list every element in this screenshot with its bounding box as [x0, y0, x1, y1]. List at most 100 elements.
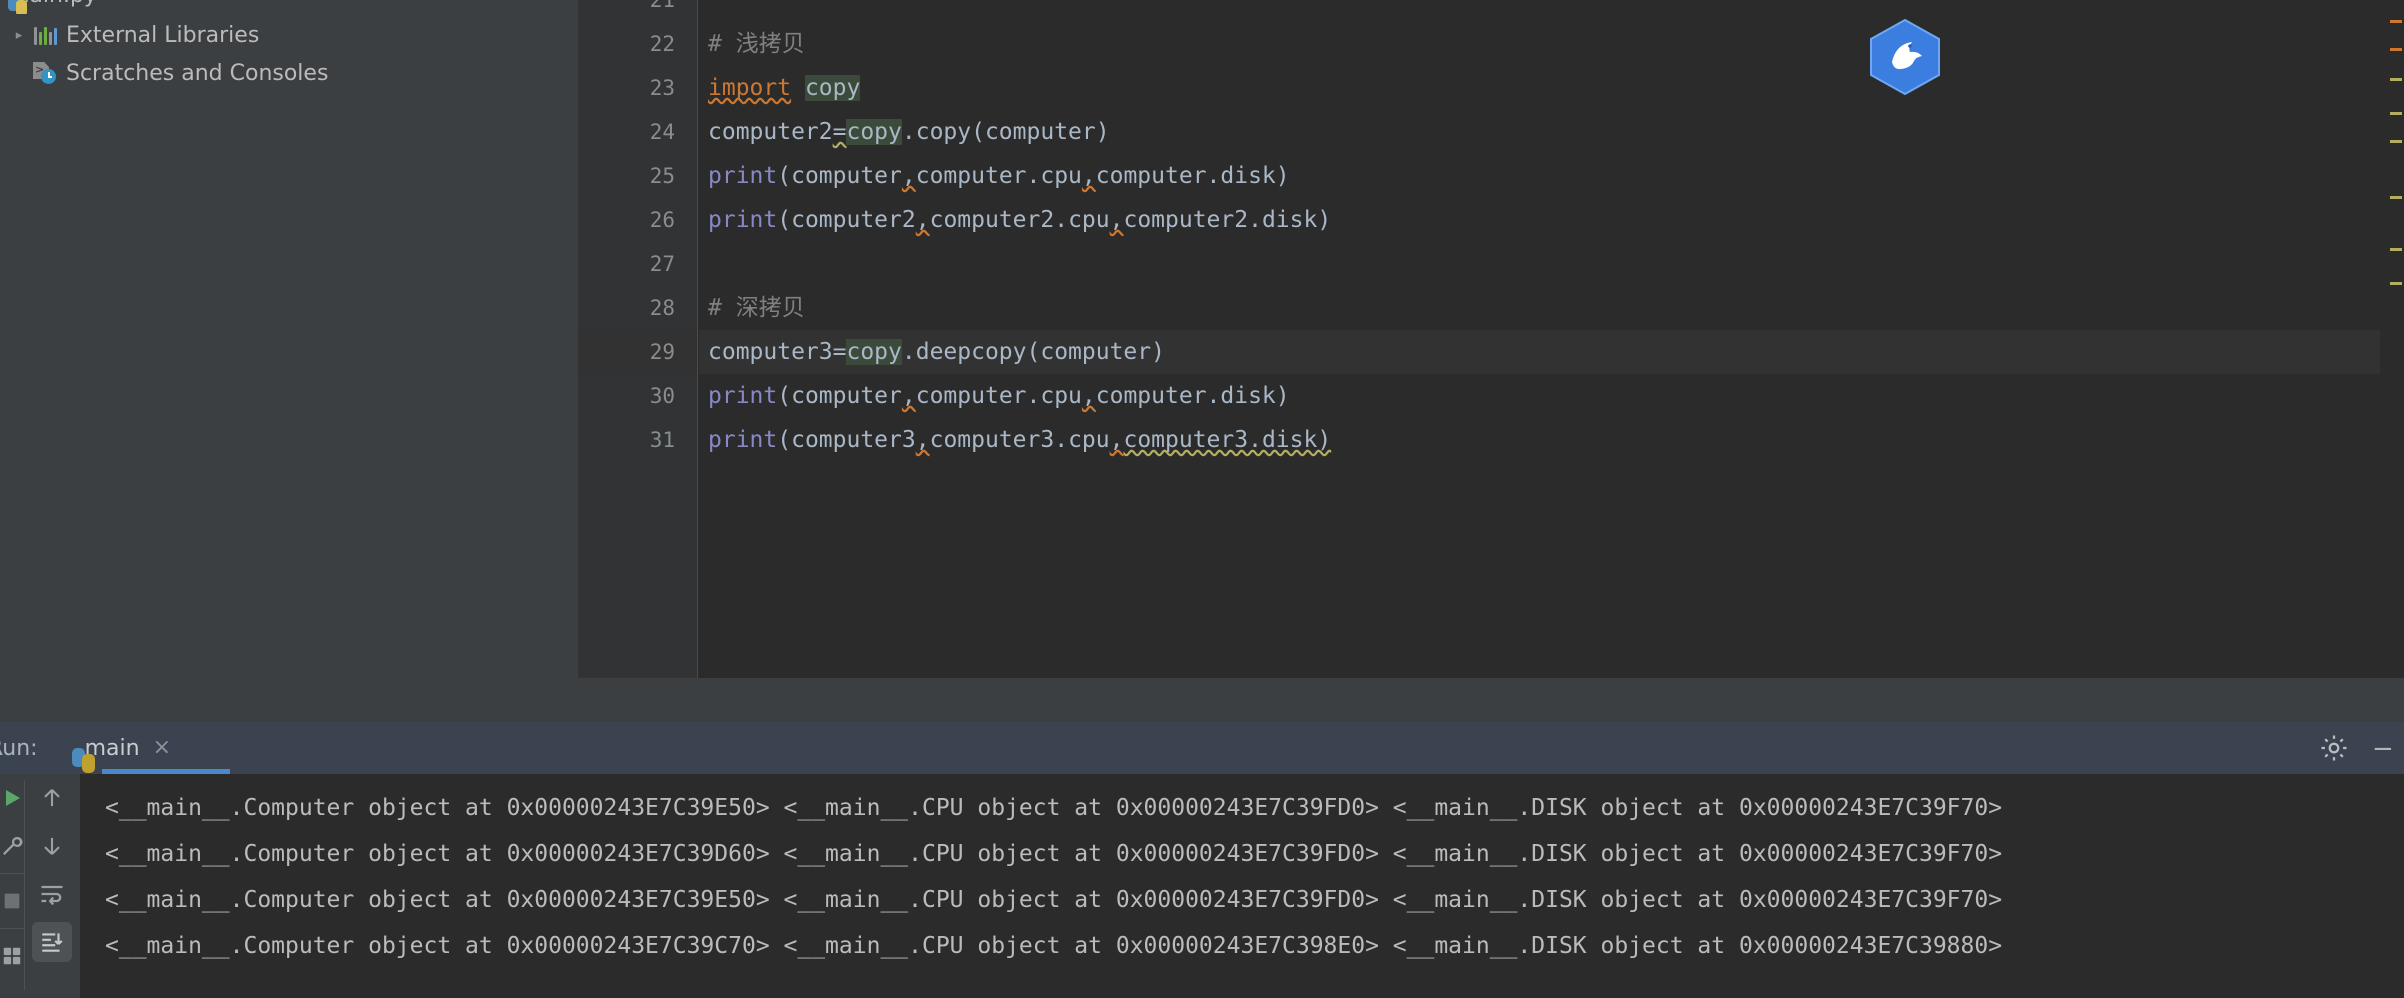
- code-token: # 深拷贝: [708, 295, 805, 321]
- sidebar-item-label: External Libraries: [66, 22, 260, 48]
- minimize-icon[interactable]: −: [2372, 736, 2400, 762]
- editor-marker-rail[interactable]: [2380, 0, 2404, 678]
- marker-tick[interactable]: [2390, 282, 2402, 285]
- console-scroll-rail[interactable]: [2380, 774, 2404, 998]
- code-token: computer3=: [708, 339, 847, 365]
- code-token: (computer: [777, 163, 902, 189]
- code-token: computer3.disk): [1123, 427, 1332, 453]
- code-token: computer2: [708, 119, 833, 145]
- marker-tick[interactable]: [2390, 78, 2402, 81]
- scratches-icon: >: [30, 62, 60, 84]
- line-number: 26: [649, 208, 675, 232]
- code-line[interactable]: # 深拷贝: [699, 286, 2404, 330]
- chevron-right-icon[interactable]: ▸: [8, 29, 30, 42]
- code-token: computer.cpu: [915, 383, 1082, 409]
- code-token: copy: [846, 339, 902, 365]
- line-number: 21: [649, 0, 675, 12]
- line-number: 22: [649, 32, 675, 56]
- code-line[interactable]: [699, 0, 2404, 22]
- run-tool-window: Run: main × −: [0, 722, 2404, 998]
- line-number-gutter: 21 22 23 24 25 26 27 28 29 30 31: [578, 0, 698, 678]
- sidebar-item-external-libraries[interactable]: ▸ External Libraries: [0, 16, 578, 54]
- console-line: <__main__.Computer object at 0x00000243E…: [105, 795, 2003, 821]
- marker-tick[interactable]: [2390, 48, 2402, 51]
- console-navigation-toolbar: [25, 774, 79, 998]
- marker-tick[interactable]: [2390, 112, 2402, 115]
- code-token: # 浅拷贝: [708, 31, 805, 57]
- grid-icon[interactable]: [0, 932, 24, 980]
- code-token: ,: [1081, 383, 1096, 409]
- code-line[interactable]: # 浅拷贝: [699, 22, 2404, 66]
- code-token: print: [708, 207, 778, 233]
- code-text-area[interactable]: # 浅拷贝 import copy computer2=copy.copy(comp…: [699, 0, 2404, 656]
- code-line[interactable]: print(computer2,computer2.cpu,computer2.…: [699, 198, 2404, 242]
- ide-logo-icon: [1866, 18, 1944, 96]
- run-panel-header: Run: main × −: [0, 722, 2404, 774]
- run-controls-toolbar: [0, 774, 34, 998]
- code-line[interactable]: [699, 242, 2404, 286]
- code-token: copy: [846, 119, 902, 145]
- run-panel-title: Run:: [0, 735, 38, 761]
- code-token: (computer3: [777, 427, 916, 453]
- soft-wrap-icon[interactable]: [25, 870, 79, 918]
- code-token: ,: [901, 383, 916, 409]
- code-token: computer.disk): [1095, 163, 1290, 189]
- code-token: import: [708, 75, 792, 101]
- sidebar-item-main-py[interactable]: main.py: [0, 0, 578, 14]
- line-number: 29: [578, 330, 697, 374]
- arrow-down-icon[interactable]: [25, 822, 79, 870]
- code-line[interactable]: print(computer,computer.cpu,computer.dis…: [699, 154, 2404, 198]
- code-token: .copy(computer): [901, 119, 1110, 145]
- code-token: print: [708, 383, 778, 409]
- code-line[interactable]: import copy: [699, 66, 2404, 110]
- code-token: computer.cpu: [915, 163, 1082, 189]
- code-line[interactable]: computer2=copy.copy(computer): [699, 110, 2404, 154]
- stop-button[interactable]: [0, 877, 24, 925]
- code-editor[interactable]: 21 22 23 24 25 26 27 28 29 30 31 # 浅拷贝 import copy c…: [578, 0, 2404, 678]
- code-token: .deepcopy(computer): [901, 339, 1165, 365]
- close-icon[interactable]: ×: [153, 737, 171, 759]
- wrench-icon[interactable]: [0, 822, 24, 870]
- line-number: 23: [649, 76, 675, 100]
- code-token: copy: [804, 75, 861, 101]
- code-token: ,: [1081, 163, 1096, 189]
- code-line[interactable]: print(computer3,computer3.cpu,computer3.…: [699, 418, 2404, 462]
- marker-tick[interactable]: [2390, 20, 2402, 23]
- code-token: ,: [1109, 427, 1124, 453]
- line-number: 24: [649, 120, 675, 144]
- console-line: <__main__.Computer object at 0x00000243E…: [105, 887, 2003, 913]
- marker-tick[interactable]: [2390, 248, 2402, 251]
- external-libraries-icon: [30, 25, 60, 45]
- scroll-to-end-icon[interactable]: [25, 918, 79, 966]
- code-token: computer2.cpu: [929, 207, 1110, 233]
- tab-main[interactable]: main ×: [60, 722, 230, 774]
- sidebar-item-scratches-and-consoles[interactable]: > Scratches and Consoles: [0, 54, 578, 92]
- code-token: print: [708, 427, 778, 453]
- code-line[interactable]: computer3=copy.deepcopy(computer): [699, 330, 2404, 374]
- ide-window: main.py ▸ External Libraries: [0, 0, 2404, 998]
- line-number: 31: [649, 428, 675, 452]
- code-token: =: [832, 119, 847, 145]
- console-output[interactable]: <__main__.Computer object at 0x00000243E…: [80, 774, 2380, 998]
- code-token: computer2.disk): [1123, 207, 1332, 233]
- code-token: ,: [1109, 207, 1124, 233]
- project-tree-panel: main.py ▸ External Libraries: [0, 0, 578, 722]
- settings-gear-icon[interactable]: [2318, 732, 2350, 764]
- code-token: ,: [915, 207, 930, 233]
- code-line[interactable]: print(computer,computer.cpu,computer.dis…: [699, 374, 2404, 418]
- arrow-up-icon[interactable]: [25, 774, 79, 822]
- marker-tick[interactable]: [2390, 196, 2402, 199]
- code-token: (computer2: [777, 207, 916, 233]
- console-line: <__main__.Computer object at 0x00000243E…: [105, 841, 2003, 867]
- code-token: print: [708, 163, 778, 189]
- line-number: 28: [649, 296, 675, 320]
- line-number: 25: [649, 164, 675, 188]
- marker-tick[interactable]: [2390, 140, 2402, 143]
- console-line: <__main__.Computer object at 0x00000243E…: [105, 933, 2003, 959]
- editor-bottom-strip: [578, 678, 2404, 722]
- code-token: (computer: [777, 383, 902, 409]
- line-number: 30: [649, 384, 675, 408]
- code-token: computer3.cpu: [929, 427, 1110, 453]
- run-button[interactable]: [0, 774, 24, 822]
